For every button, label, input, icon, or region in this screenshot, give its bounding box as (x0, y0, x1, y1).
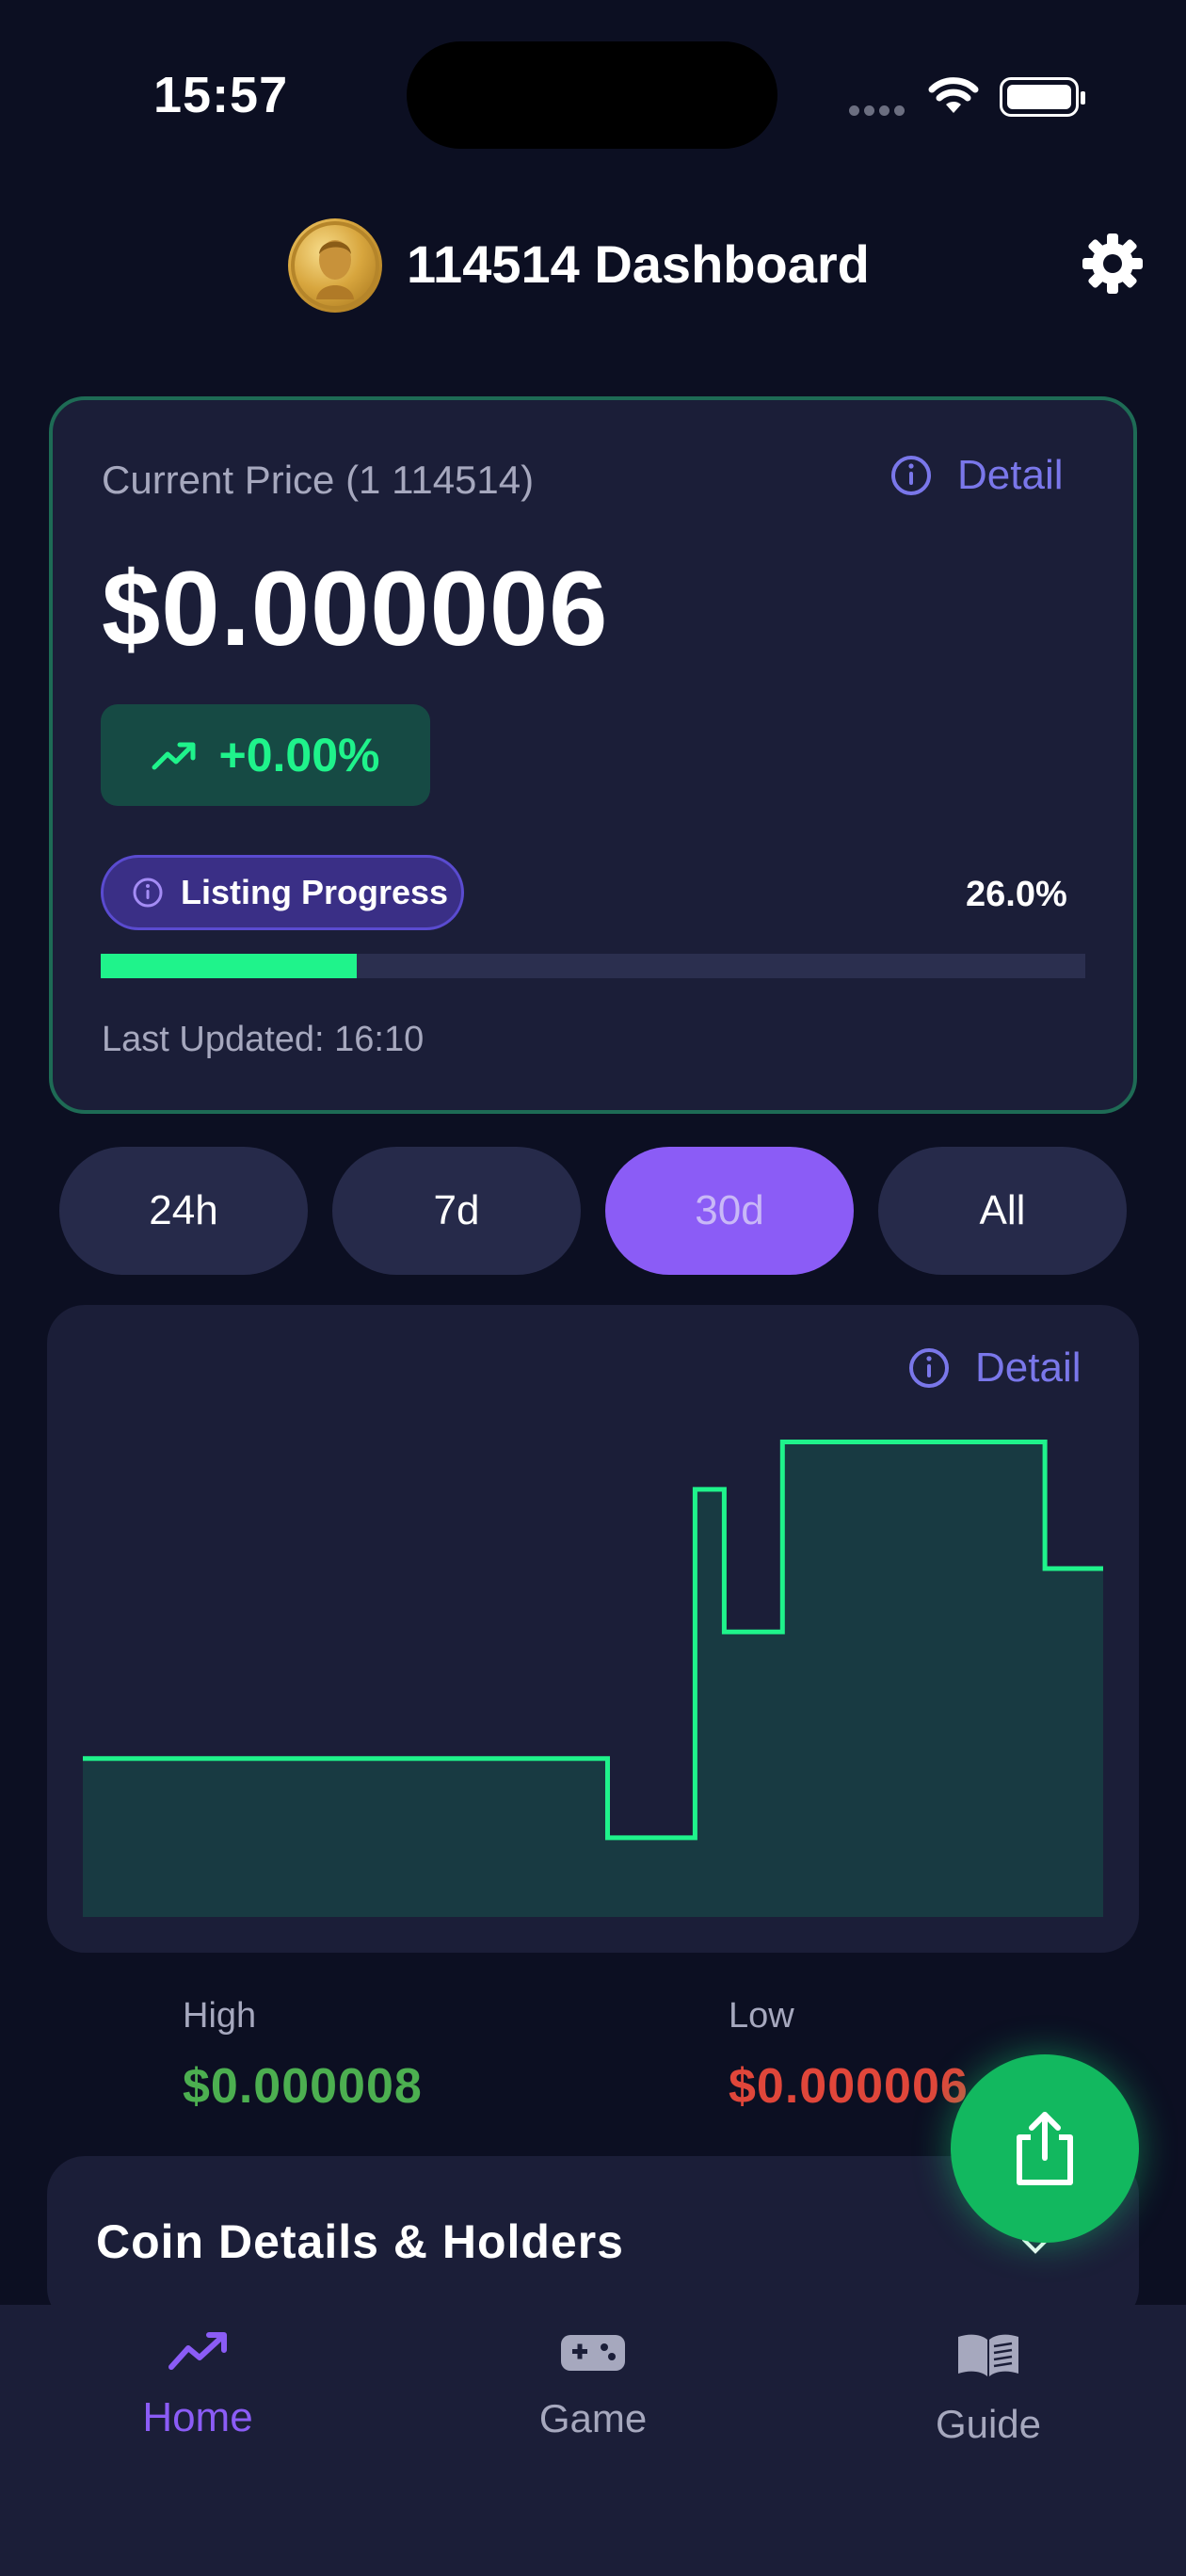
status-time: 15:57 (153, 67, 289, 123)
nav-label-guide: Guide (935, 2402, 1042, 2446)
nav-label-home: Home (142, 2394, 253, 2440)
wifi-icon (927, 75, 980, 121)
cellular-signal-icon (849, 104, 911, 117)
coin-avatar (288, 218, 382, 313)
listing-progress-label: Listing Progress (181, 873, 449, 911)
listing-progress-bar (101, 954, 1085, 978)
dynamic-island (407, 41, 777, 149)
chart-detail-link[interactable]: Detail (907, 1344, 1082, 1392)
nav-item-home[interactable]: Home (56, 2331, 339, 2441)
price-change-value: +0.00% (218, 729, 380, 781)
book-icon (958, 2334, 1018, 2376)
listing-progress-fill (101, 954, 357, 978)
range-chip-all[interactable]: All (878, 1147, 1127, 1275)
detail-label: Detail (975, 1344, 1082, 1391)
listing-progress-button[interactable]: Listing Progress (101, 855, 464, 930)
price-detail-link[interactable]: Detail (890, 452, 1064, 499)
gear-icon[interactable] (1081, 232, 1145, 300)
price-chart[interactable] (47, 1305, 1139, 1953)
info-icon (891, 456, 931, 495)
nav-item-guide[interactable]: Guide (847, 2331, 1130, 2447)
trend-up-icon (152, 742, 195, 770)
range-chip-7d[interactable]: 7d (332, 1147, 581, 1275)
nav-label-game: Game (538, 2396, 648, 2440)
page-title: 114514 Dashboard (407, 234, 870, 294)
high-value: $0.000008 (183, 2059, 423, 2114)
low-label: Low (729, 1996, 794, 2036)
range-chip-30d[interactable]: 30d (605, 1147, 854, 1275)
last-updated-text: Last Updated: 16:10 (102, 1020, 425, 1059)
share-icon (1017, 2112, 1073, 2185)
low-value: $0.000006 (729, 2059, 969, 2114)
high-label: High (183, 1996, 257, 2036)
gamepad-icon (561, 2335, 625, 2371)
trend-icon (168, 2332, 227, 2370)
price-chart-card (47, 1305, 1139, 1953)
info-icon (133, 877, 163, 908)
nav-item-game[interactable]: Game (452, 2331, 734, 2441)
battery-icon (1000, 77, 1085, 117)
current-price-value: $0.000006 (102, 550, 609, 668)
detail-label: Detail (957, 452, 1064, 498)
range-chip-24h[interactable]: 24h (59, 1147, 308, 1275)
info-icon (909, 1348, 949, 1388)
chart-area-fill (83, 1441, 1103, 1917)
coin-details-title: Coin Details & Holders (96, 2215, 624, 2268)
listing-progress-percent: 26.0% (966, 875, 1067, 914)
price-change-badge: +0.00% (101, 704, 430, 806)
current-price-label: Current Price (1 114514) (102, 458, 535, 502)
share-button[interactable] (951, 2054, 1139, 2243)
